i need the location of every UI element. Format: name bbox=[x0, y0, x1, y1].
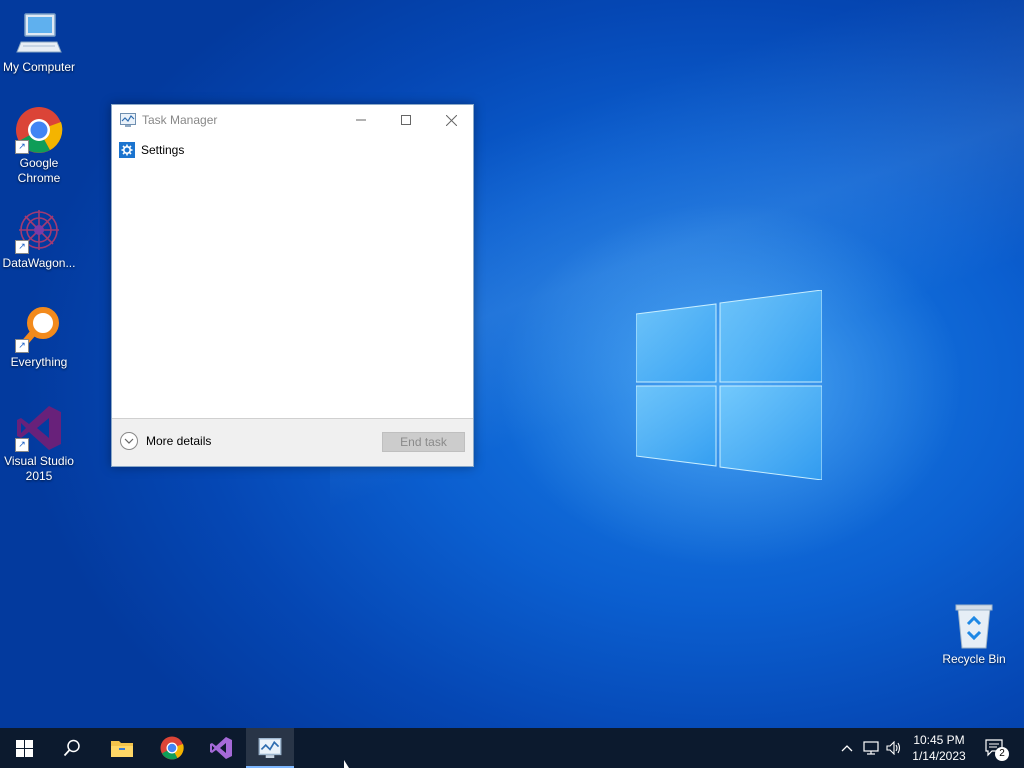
close-button[interactable] bbox=[428, 105, 474, 135]
taskbar-visual-studio[interactable] bbox=[197, 728, 245, 768]
minimize-button[interactable] bbox=[338, 105, 384, 135]
chrome-icon: ↗ bbox=[15, 106, 63, 154]
clock-time: 10:45 PM bbox=[913, 733, 965, 747]
taskbar: 10:45 PM 1/14/2023 2 bbox=[0, 728, 1024, 768]
maximize-button[interactable] bbox=[383, 105, 429, 135]
task-manager-window[interactable]: Task Manager Settings More details End t… bbox=[111, 104, 474, 467]
chrome-icon bbox=[160, 736, 184, 760]
start-button[interactable] bbox=[0, 728, 48, 768]
visual-studio-icon bbox=[210, 737, 232, 759]
task-manager-icon bbox=[258, 738, 282, 758]
desktop-icon-label: Everything bbox=[10, 355, 68, 369]
datawagon-icon: ↗ bbox=[15, 206, 63, 254]
chevron-down-icon bbox=[120, 432, 138, 450]
notification-count-badge: 2 bbox=[995, 747, 1009, 761]
desktop-icon-datawagon[interactable]: ↗ DataWagon... bbox=[1, 206, 77, 271]
folder-icon bbox=[111, 741, 133, 757]
minimize-icon bbox=[356, 119, 366, 121]
clock-date: 1/14/2023 bbox=[912, 749, 966, 763]
taskbar-clock[interactable]: 10:45 PM 1/14/2023 bbox=[900, 732, 978, 764]
chevron-up-icon bbox=[841, 745, 853, 752]
desktop-icon-label: Visual Studio 2015 bbox=[4, 454, 74, 483]
taskbar-chrome[interactable] bbox=[148, 728, 196, 768]
task-manager-icon bbox=[120, 113, 136, 127]
end-task-button[interactable]: End task bbox=[382, 432, 465, 452]
title-bar[interactable]: Task Manager bbox=[112, 105, 473, 135]
desktop-icon-label: Google Chrome bbox=[17, 156, 61, 185]
process-name: Settings bbox=[141, 143, 185, 157]
desktop-icon-label: My Computer bbox=[2, 60, 76, 74]
shortcut-arrow-icon: ↗ bbox=[15, 140, 29, 154]
gear-icon bbox=[119, 142, 135, 158]
magnifier-icon: ↗ bbox=[15, 305, 63, 353]
mouse-cursor bbox=[344, 760, 349, 768]
shortcut-arrow-icon: ↗ bbox=[15, 438, 29, 452]
desktop-icon-visual-studio[interactable]: ↗ Visual Studio 2015 bbox=[1, 404, 77, 484]
recycle-bin-icon bbox=[950, 602, 998, 650]
desktop-icon-my-computer[interactable]: My Computer bbox=[1, 10, 77, 75]
more-details-button[interactable]: More details bbox=[120, 432, 211, 450]
taskbar-task-manager[interactable] bbox=[246, 728, 294, 768]
windows-logo-wallpaper bbox=[635, 289, 823, 481]
network-icon bbox=[863, 741, 879, 755]
more-details-label: More details bbox=[146, 434, 212, 448]
desktop-icon-recycle-bin[interactable]: Recycle Bin bbox=[936, 602, 1012, 667]
window-title: Task Manager bbox=[142, 113, 218, 127]
search-button[interactable] bbox=[48, 728, 96, 768]
network-button[interactable] bbox=[860, 728, 882, 768]
desktop-icon-google-chrome[interactable]: ↗ Google Chrome bbox=[1, 106, 77, 186]
shortcut-arrow-icon: ↗ bbox=[15, 339, 29, 353]
windows-start-icon bbox=[15, 739, 33, 757]
shortcut-arrow-icon: ↗ bbox=[15, 240, 29, 254]
close-icon bbox=[445, 114, 457, 126]
maximize-icon bbox=[401, 115, 411, 125]
show-hidden-icons-button[interactable] bbox=[836, 728, 858, 768]
desktop-icon-label: Recycle Bin bbox=[942, 652, 1006, 666]
process-row-settings[interactable]: Settings bbox=[112, 139, 473, 161]
desktop-icon-label: DataWagon... bbox=[2, 256, 76, 270]
window-footer: More details End task bbox=[112, 418, 473, 466]
action-center-button[interactable]: 2 bbox=[980, 728, 1010, 768]
desktop-icon-everything[interactable]: ↗ Everything bbox=[1, 305, 77, 370]
search-icon bbox=[63, 739, 80, 757]
visual-studio-icon: ↗ bbox=[15, 404, 63, 452]
taskbar-file-explorer[interactable] bbox=[98, 728, 146, 768]
computer-icon bbox=[15, 10, 63, 58]
